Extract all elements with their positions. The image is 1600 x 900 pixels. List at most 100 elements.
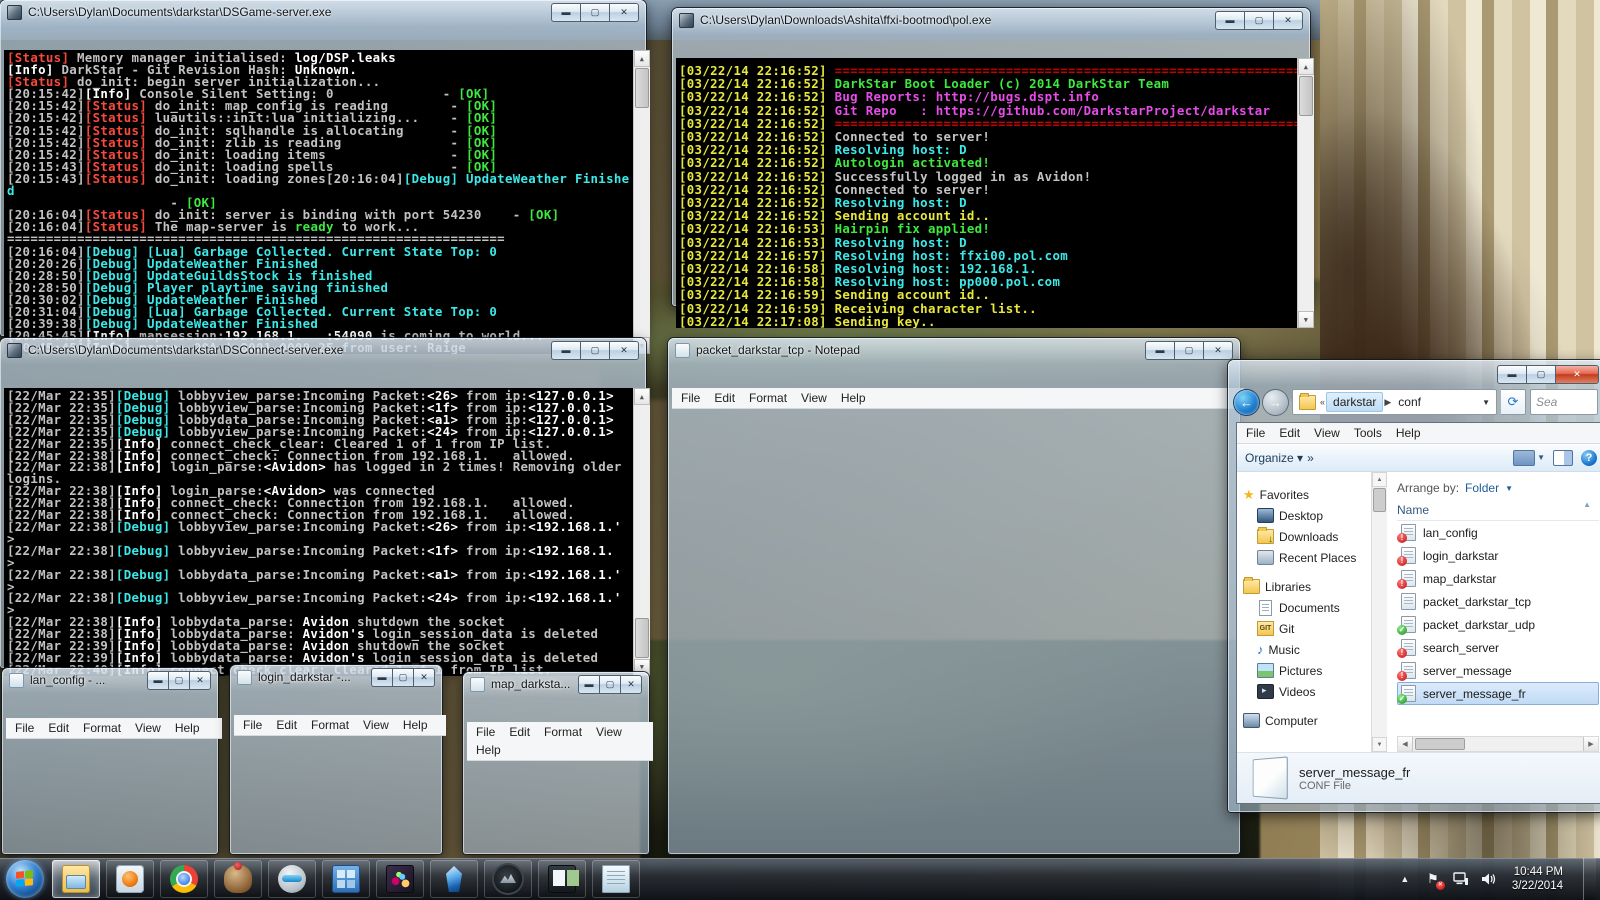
show-hidden-icons-button[interactable]: ▲ — [1396, 870, 1414, 888]
titlebar[interactable]: ▬ ▢ ✕ — [1228, 360, 1600, 386]
menu-help[interactable]: Help — [168, 719, 207, 737]
arrange-by[interactable]: Arrange by: Folder ▼ — [1397, 476, 1599, 500]
minimize-button[interactable]: ▬ — [1215, 11, 1244, 30]
show-desktop-button[interactable] — [1583, 858, 1596, 900]
menu-edit[interactable]: Edit — [1272, 424, 1307, 442]
refresh-button[interactable]: ⟳ — [1501, 389, 1526, 415]
menu-view[interactable]: View — [1307, 424, 1347, 442]
maximize-button[interactable]: ▢ — [580, 3, 609, 22]
nav-item-music[interactable]: ♪Music — [1243, 639, 1371, 660]
scroll-down-icon[interactable]: ▼ — [1372, 737, 1387, 752]
horizontal-scrollbar[interactable]: ◀ ▶ — [1397, 736, 1599, 752]
nav-item-downloads[interactable]: Downloads — [1243, 526, 1371, 547]
minimize-button[interactable]: ▬ — [551, 3, 580, 22]
scrollbar-thumb[interactable] — [1415, 738, 1465, 750]
titlebar[interactable]: packet_darkstar_tcp - Notepad ▬ ▢ ✕ — [668, 338, 1240, 362]
nav-item-documents[interactable]: Documents — [1243, 597, 1371, 618]
close-button[interactable]: ✕ — [609, 3, 639, 22]
file-item-packet_darkstar_udp[interactable]: ✓packet_darkstar_udp — [1397, 613, 1599, 636]
nav-item-libraries[interactable]: Libraries — [1243, 576, 1371, 597]
menu-format[interactable]: Format — [304, 716, 356, 734]
close-button[interactable]: ✕ — [1273, 11, 1303, 30]
column-header-name[interactable]: Name ▲ — [1397, 500, 1599, 521]
minimize-button[interactable]: ▬ — [578, 675, 599, 694]
maximize-button[interactable]: ▢ — [1526, 365, 1555, 384]
menu-format[interactable]: Format — [76, 719, 128, 737]
address-dropdown-icon[interactable]: ▼ — [1482, 398, 1493, 407]
menu-file[interactable]: File — [1239, 424, 1272, 442]
scrollbar-thumb[interactable] — [635, 618, 649, 658]
scroll-up-icon[interactable]: ▲ — [634, 388, 650, 405]
volume-icon[interactable] — [1480, 870, 1498, 888]
menu-help[interactable]: Help — [396, 716, 435, 734]
scroll-left-icon[interactable]: ◀ — [1398, 737, 1413, 751]
menu-tools[interactable]: Tools — [1347, 424, 1389, 442]
maximize-button[interactable]: ▢ — [1174, 341, 1203, 360]
nav-item-git[interactable]: GITGit — [1243, 618, 1371, 639]
close-button[interactable]: ✕ — [413, 668, 435, 687]
file-item-lan_config[interactable]: !lan_config — [1397, 521, 1599, 544]
menu-help[interactable]: Help — [834, 389, 873, 407]
menu-edit[interactable]: Edit — [707, 389, 742, 407]
titlebar[interactable]: lan_config - ... ▬ ▢ ✕ — [2, 668, 218, 692]
taskbar-wmp-button[interactable] — [106, 860, 154, 898]
minimize-button[interactable]: ▬ — [1497, 365, 1526, 384]
titlebar[interactable]: C:\Users\Dylan\Documents\darkstar\DSConn… — [0, 338, 646, 362]
breadcrumb-conf[interactable]: conf — [1392, 393, 1427, 411]
scroll-up-icon[interactable]: ▲ — [634, 50, 650, 67]
breadcrumb[interactable]: « darkstar ▶ conf ▼ — [1292, 389, 1497, 415]
arrange-dropdown-icon[interactable]: ▼ — [1505, 484, 1513, 493]
file-item-map_darkstar[interactable]: !map_darkstar — [1397, 567, 1599, 590]
nav-item-recent-places[interactable]: Recent Places — [1243, 547, 1371, 568]
taskbar-mascot-button[interactable] — [214, 860, 262, 898]
menu-edit[interactable]: Edit — [41, 719, 76, 737]
breadcrumb-darkstar[interactable]: darkstar — [1326, 392, 1383, 412]
file-item-packet_darkstar_tcp[interactable]: packet_darkstar_tcp — [1397, 590, 1599, 613]
maximize-button[interactable]: ▢ — [599, 675, 620, 694]
titlebar[interactable]: login_darkstar -... ▬ ▢ ✕ — [230, 665, 442, 689]
toolbar-overflow-button[interactable]: » — [1307, 451, 1314, 465]
taskbar-notepad-button[interactable] — [592, 860, 640, 898]
menu-file[interactable]: File — [674, 389, 707, 407]
menu-view[interactable]: View — [128, 719, 168, 737]
search-input[interactable]: Sea — [1530, 389, 1598, 415]
scroll-up-icon[interactable]: ▲ — [1372, 472, 1387, 487]
menu-edit[interactable]: Edit — [502, 723, 537, 741]
close-button[interactable]: ✕ — [620, 675, 642, 694]
menu-view[interactable]: View — [794, 389, 834, 407]
menu-file[interactable]: File — [8, 719, 41, 737]
close-button[interactable]: ✕ — [1203, 341, 1233, 360]
scroll-right-icon[interactable]: ▶ — [1583, 737, 1598, 751]
scrollbar-thumb[interactable] — [635, 68, 649, 108]
scroll-down-icon[interactable]: ▼ — [1298, 311, 1314, 328]
arrange-by-value[interactable]: Folder — [1465, 481, 1499, 495]
nav-scrollbar[interactable]: ▲ ▼ — [1371, 472, 1387, 752]
minimize-button[interactable]: ▬ — [551, 341, 580, 360]
clock[interactable]: 10:44 PM 3/22/2014 — [1508, 865, 1573, 893]
maximize-button[interactable]: ▢ — [1244, 11, 1273, 30]
views-button[interactable]: ▼ — [1513, 450, 1545, 466]
menu-help[interactable]: Help — [469, 741, 508, 759]
menu-help[interactable]: Help — [1389, 424, 1428, 442]
menu-format[interactable]: Format — [742, 389, 794, 407]
nav-item-favorites[interactable]: ★Favorites — [1243, 484, 1371, 505]
start-button[interactable] — [6, 860, 44, 898]
titlebar[interactable]: C:\Users\Dylan\Documents\darkstar\DSGame… — [0, 0, 646, 24]
network-icon[interactable] — [1452, 870, 1470, 888]
minimize-button[interactable]: ▬ — [371, 668, 392, 687]
taskbar-ff14-button[interactable] — [484, 860, 532, 898]
organize-button[interactable]: Organize ▾ — [1245, 451, 1303, 465]
taskbar-ffxi-button[interactable] — [376, 860, 424, 898]
preview-pane-button[interactable] — [1553, 450, 1573, 466]
nav-item-pictures[interactable]: Pictures — [1243, 660, 1371, 681]
nav-item-videos[interactable]: Videos — [1243, 681, 1371, 702]
forward-button[interactable]: → — [1263, 390, 1288, 415]
menu-file[interactable]: File — [469, 723, 502, 741]
minimize-button[interactable]: ▬ — [1145, 341, 1174, 360]
maximize-button[interactable]: ▢ — [392, 668, 413, 687]
minimize-button[interactable]: ▬ — [147, 671, 168, 690]
taskbar-appwin-button[interactable] — [538, 860, 586, 898]
maximize-button[interactable]: ▢ — [580, 341, 609, 360]
menu-file[interactable]: File — [236, 716, 269, 734]
scrollbar-thumb[interactable] — [1373, 488, 1386, 512]
